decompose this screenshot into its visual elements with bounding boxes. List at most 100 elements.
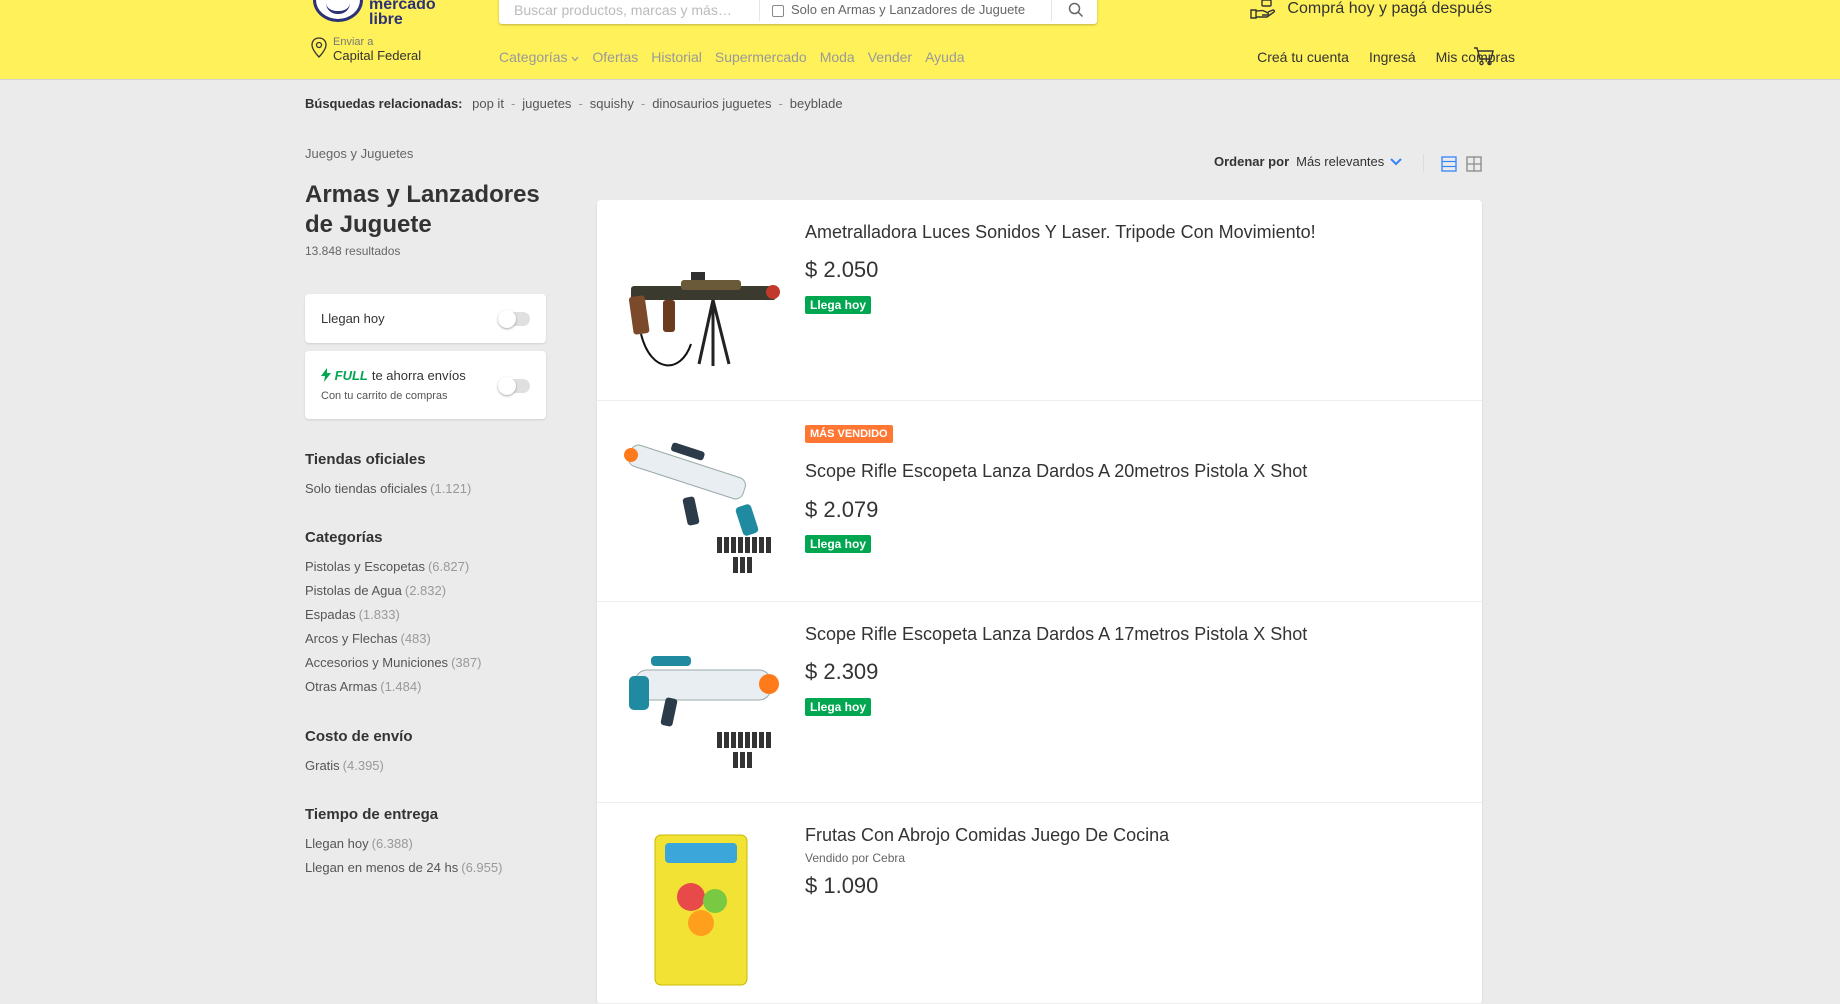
- nav-ayuda[interactable]: Ayuda: [925, 49, 964, 65]
- product-title[interactable]: Ametralladora Luces Sonidos Y Laser. Tri…: [805, 222, 1316, 243]
- main-nav: Categorías Ofertas Historial Supermercad…: [499, 49, 965, 65]
- best-seller-badge: MÁS VENDIDO: [805, 425, 893, 443]
- scope-checkbox[interactable]: [772, 5, 784, 17]
- sort-control[interactable]: Ordenar por Más relevantes: [1214, 154, 1402, 169]
- lightning-icon: [321, 368, 331, 382]
- full-text: te ahorra envíos: [371, 368, 466, 383]
- nav-moda[interactable]: Moda: [820, 49, 855, 65]
- page-title: Armas y Lanzadores de Juguete: [305, 181, 540, 238]
- product-list: Ametralladora Luces Sonidos Y Laser. Tri…: [597, 200, 1482, 1004]
- divider: [759, 0, 760, 21]
- product-price: $ 2.079: [805, 497, 879, 522]
- promo-banner[interactable]: Comprá hoy y pagá después: [1249, 0, 1492, 20]
- related-item[interactable]: beyblade: [790, 96, 843, 111]
- location-pin-icon: [311, 37, 327, 58]
- product-item[interactable]: Frutas Con Abrojo Comidas Juego De Cocin…: [597, 803, 1482, 1004]
- filter-category[interactable]: Otras Armas (1.484): [305, 675, 545, 699]
- categories-title: Categorías: [305, 529, 383, 546]
- chevron-down-icon: [571, 56, 579, 62]
- nav-historial[interactable]: Historial: [651, 49, 702, 65]
- mercadolibre-logo[interactable]: mercado libre: [313, 0, 453, 24]
- separator: -: [510, 96, 516, 111]
- product-item[interactable]: Scope Rifle Escopeta Lanza Dardos A 17me…: [597, 602, 1482, 803]
- related-item[interactable]: juguetes: [522, 96, 571, 111]
- product-title[interactable]: Frutas Con Abrojo Comidas Juego De Cocin…: [805, 825, 1169, 846]
- login-link[interactable]: Ingresá: [1369, 49, 1416, 65]
- categories-section: Categorías Pistolas y Escopetas (6.827) P…: [305, 529, 545, 699]
- sort-value: Más relevantes: [1296, 154, 1385, 169]
- full-subtitle: Con tu carrito de compras: [321, 390, 448, 402]
- product-title[interactable]: Scope Rifle Escopeta Lanza Dardos A 20me…: [805, 461, 1307, 482]
- product-image[interactable]: [621, 224, 781, 384]
- filter-free-shipping[interactable]: Gratis (4.395): [305, 754, 545, 778]
- create-account-link[interactable]: Creá tu cuenta: [1257, 49, 1349, 65]
- related-item[interactable]: dinosaurios juguetes: [652, 96, 771, 111]
- filter-category[interactable]: Accesorios y Municiones (387): [305, 651, 545, 675]
- cart-button[interactable]: [1473, 46, 1495, 71]
- shipping-cost-section: Costo de envío Gratis (4.395): [305, 728, 545, 778]
- arrives-today-badge: Llega hoy: [805, 698, 872, 716]
- arrive-today-toggle[interactable]: [498, 310, 530, 328]
- filter-delivery[interactable]: Llegan hoy (6.388): [305, 832, 545, 856]
- product-image[interactable]: [621, 425, 781, 585]
- product-image[interactable]: [621, 626, 781, 786]
- shipping-cost-title: Costo de envío: [305, 728, 413, 745]
- seller-label: Vendido por Cebra: [805, 851, 906, 865]
- filter-category[interactable]: Espadas (1.833): [305, 603, 545, 627]
- search-icon: [1068, 2, 1084, 17]
- list-view-icon[interactable]: [1441, 156, 1457, 172]
- scope-label: Solo en Armas y Lanzadores de Juguete: [791, 2, 1026, 17]
- grid-view-icon[interactable]: [1466, 156, 1482, 172]
- arrives-today-badge: Llega hoy: [805, 535, 872, 553]
- separator: -: [778, 96, 783, 111]
- filter-category[interactable]: Pistolas de Agua (2.832): [305, 579, 545, 603]
- logo-text: mercado libre: [369, 0, 436, 24]
- separator: -: [578, 96, 583, 111]
- arrive-today-filter[interactable]: Llegan hoy: [305, 294, 546, 343]
- filter-category[interactable]: Arcos y Flechas (483): [305, 627, 545, 651]
- cart-icon: [1474, 47, 1494, 66]
- nav-vender[interactable]: Vender: [868, 49, 912, 65]
- nav-ofertas[interactable]: Ofertas: [592, 49, 638, 65]
- search-bar: Solo en Armas y Lanzadores de Juguete: [499, 0, 1097, 24]
- filter-delivery[interactable]: Llegan en menos de 24 hs (6.955): [305, 856, 545, 880]
- breadcrumb[interactable]: Juegos y Juguetes: [305, 146, 413, 161]
- official-stores-title: Tiendas oficiales: [305, 451, 426, 468]
- search-button[interactable]: [1055, 0, 1097, 24]
- related-item[interactable]: pop it: [472, 96, 504, 111]
- official-stores-section: Tiendas oficiales Solo tiendas oficiales…: [305, 451, 545, 501]
- full-filter[interactable]: FULL te ahorra envíos Con tu carrito de c…: [305, 351, 546, 419]
- product-price: $ 2.050: [805, 257, 879, 282]
- delivery-time-title: Tiempo de entrega: [305, 806, 439, 823]
- full-brand: FULL: [334, 368, 368, 383]
- separator: -: [640, 96, 646, 111]
- full-label: FULL te ahorra envíos: [321, 368, 466, 383]
- shipping-location[interactable]: Enviar a Capital Federal: [309, 36, 421, 64]
- chevron-down-icon: [1390, 157, 1402, 165]
- delivery-time-section: Tiempo de entrega Llegan hoy (6.388) Lleg…: [305, 806, 545, 880]
- product-item[interactable]: MÁS VENDIDO Scope Rifle Escopeta Lanza D…: [597, 401, 1482, 602]
- location-label: Enviar a: [333, 36, 374, 48]
- divider: [1051, 0, 1052, 21]
- product-price: $ 1.090: [805, 873, 879, 898]
- product-image[interactable]: [621, 827, 781, 987]
- hand-payment-icon: [1250, 0, 1276, 19]
- arrives-today-badge: Llega hoy: [805, 296, 872, 314]
- related-label: Búsquedas relacionadas:: [305, 96, 463, 111]
- filter-category[interactable]: Pistolas y Escopetas (6.827): [305, 555, 545, 579]
- nav-categorias[interactable]: Categorías: [499, 49, 579, 65]
- related-item[interactable]: squishy: [590, 96, 634, 111]
- search-input[interactable]: [499, 0, 757, 24]
- promo-text: Comprá hoy y pagá después: [1287, 0, 1492, 17]
- location-city: Capital Federal: [333, 48, 422, 63]
- filter-official-stores[interactable]: Solo tiendas oficiales (1.121): [305, 477, 545, 501]
- nav-supermercado[interactable]: Supermercado: [715, 49, 807, 65]
- product-title[interactable]: Scope Rifle Escopeta Lanza Dardos A 17me…: [805, 624, 1307, 645]
- sort-label: Ordenar por: [1214, 154, 1290, 169]
- related-searches: Búsquedas relacionadas: pop it - juguetes -…: [305, 96, 843, 111]
- results-count: 13.848 resultados: [305, 244, 401, 258]
- product-item[interactable]: Ametralladora Luces Sonidos Y Laser. Tri…: [597, 200, 1482, 401]
- arrive-today-label: Llegan hoy: [321, 311, 385, 326]
- product-price: $ 2.309: [805, 659, 879, 684]
- full-toggle[interactable]: [498, 377, 530, 395]
